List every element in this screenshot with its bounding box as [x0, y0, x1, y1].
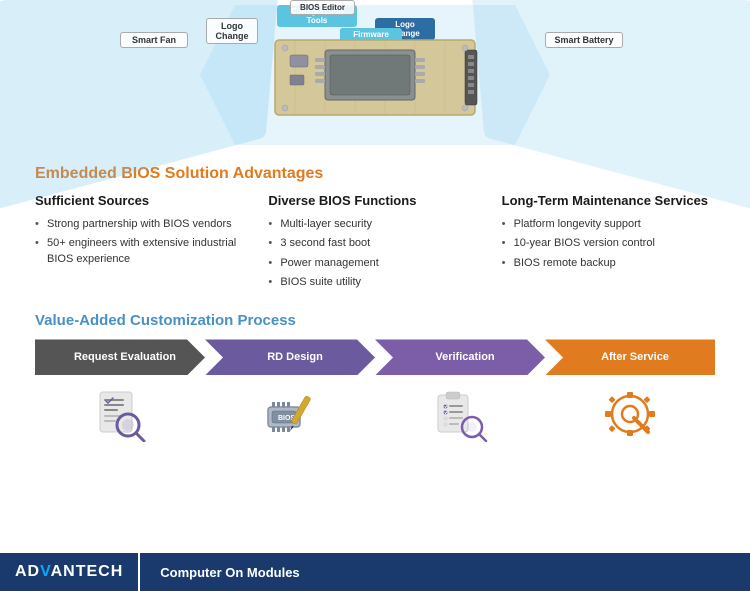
logo-van: V — [40, 563, 50, 580]
footer-logo: ADVANTECH — [0, 553, 140, 591]
after-service-icon — [600, 387, 660, 442]
footer: ADVANTECH Computer On Modules — [0, 553, 750, 591]
step1-label: Request Evaluation — [74, 351, 176, 363]
step3-icon-area — [375, 375, 545, 447]
sufficient-sources-title: Sufficient Sources — [35, 193, 248, 210]
process-section: Value-Added Customization Process Reques… — [35, 312, 715, 447]
verification-icon — [430, 387, 490, 442]
step4-icon-area — [545, 375, 715, 447]
logo-ad: AD — [15, 563, 40, 580]
advantages-grid: Sufficient Sources Strong partnership wi… — [35, 193, 715, 294]
step2-label: RD Design — [267, 351, 323, 363]
diverse-bios-item-4: BIOS suite utility — [268, 275, 481, 290]
step1-icon-area — [35, 375, 205, 447]
smart-fan-label: Smart Fan — [120, 32, 188, 48]
step-rd-design: RD Design BIOS — [205, 339, 375, 447]
request-evaluation-icon — [90, 387, 150, 442]
rd-design-icon: BIOS — [260, 387, 320, 442]
longterm-item-3: BIOS remote backup — [502, 256, 715, 271]
step-verification: Verification — [375, 339, 545, 447]
longterm-list: Platform longevity support 10-year BIOS … — [502, 217, 715, 271]
process-title: Value-Added Customization Process — [35, 312, 715, 329]
step3-label: Verification — [435, 351, 494, 363]
longterm-item-2: 10-year BIOS version control — [502, 236, 715, 251]
diverse-bios-list: Multi-layer security 3 second fast boot … — [268, 217, 481, 291]
step2-header: RD Design — [205, 339, 375, 375]
sufficient-sources-item-1: Strong partnership with BIOS vendors — [35, 217, 248, 232]
step4-label: After Service — [601, 351, 669, 363]
diverse-bios-item-1: Multi-layer security — [268, 217, 481, 232]
sufficient-sources-item-2: 50+ engineers with extensive industrial … — [35, 236, 248, 267]
logo-tech: ANTECH — [51, 563, 124, 580]
main-content: Embedded BIOS Solution Advantages Suffic… — [0, 155, 750, 452]
motherboard-illustration — [245, 20, 505, 130]
diagram-area: Smart Fan Logo Change Configuration Tool… — [0, 0, 750, 155]
diverse-bios-item-3: Power management — [268, 256, 481, 271]
sufficient-sources-col: Sufficient Sources Strong partnership wi… — [35, 193, 248, 294]
process-steps: Request Evaluation — [35, 339, 715, 447]
smart-battery-label: Smart Battery — [545, 32, 623, 48]
step2-icon-area: BIOS — [205, 375, 375, 447]
longterm-col: Long-Term Maintenance Services Platform … — [502, 193, 715, 294]
step3-header: Verification — [375, 339, 545, 375]
diverse-bios-col: Diverse BIOS Functions Multi-layer secur… — [268, 193, 481, 294]
logo-text: ADVANTECH — [15, 563, 123, 581]
diverse-bios-title: Diverse BIOS Functions — [268, 193, 481, 210]
footer-subtitle: Computer On Modules — [140, 565, 299, 580]
sufficient-sources-list: Strong partnership with BIOS vendors 50+… — [35, 217, 248, 267]
longterm-title: Long-Term Maintenance Services — [502, 193, 715, 210]
step-request-evaluation: Request Evaluation — [35, 339, 205, 447]
step4-header: After Service — [545, 339, 715, 375]
step-after-service: After Service — [545, 339, 715, 447]
longterm-item-1: Platform longevity support — [502, 217, 715, 232]
diverse-bios-item-2: 3 second fast boot — [268, 236, 481, 251]
bios-editor-label: BIOS Editor — [290, 0, 355, 15]
step1-header: Request Evaluation — [35, 339, 205, 375]
